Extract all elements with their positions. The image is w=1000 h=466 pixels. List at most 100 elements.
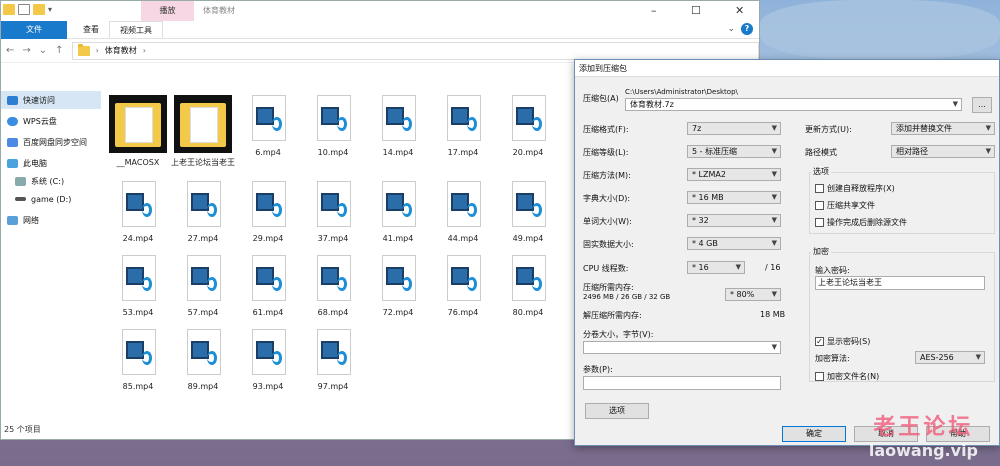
dict-select[interactable]: * 16 MB ▼ bbox=[687, 191, 781, 204]
checkbox-icon bbox=[815, 184, 824, 193]
sidebar-item-baidu-sync[interactable]: 百度网盘同步空间 bbox=[1, 133, 101, 151]
sidebar-item-this-pc[interactable]: 此电脑 bbox=[1, 154, 101, 172]
help-icon[interactable]: ? bbox=[741, 23, 753, 35]
params-input[interactable] bbox=[583, 376, 781, 390]
video-file-item[interactable]: 53.mp4 bbox=[105, 255, 171, 318]
video-file-item[interactable]: 6.mp4 bbox=[235, 95, 301, 158]
video-file-item[interactable]: 20.mp4 bbox=[495, 95, 561, 158]
folder-item[interactable]: __MACOSX bbox=[105, 95, 171, 168]
sfx-label: 创建自释放程序(X) bbox=[827, 184, 895, 193]
address-input[interactable]: › 体育教材 › bbox=[71, 41, 759, 60]
folder-icon bbox=[77, 43, 90, 56]
address-sep: › bbox=[142, 46, 146, 55]
sidebar-item-drive-c[interactable]: 系统 (C:) bbox=[1, 172, 101, 190]
enc-method-value: AES-256 bbox=[920, 353, 954, 362]
video-file-item[interactable]: 41.mp4 bbox=[365, 181, 431, 244]
forward-icon[interactable]: → bbox=[22, 45, 30, 56]
path-value: 相对路径 bbox=[896, 147, 928, 156]
password-input[interactable]: 上老王论坛当老王 bbox=[815, 276, 985, 290]
qat-dropdown-icon[interactable]: ▾ bbox=[48, 5, 52, 14]
tab-video-tools[interactable]: 视频工具 bbox=[109, 21, 163, 38]
ok-button[interactable]: 确定 bbox=[782, 426, 846, 442]
context-tab-play[interactable]: 播放 bbox=[141, 1, 194, 21]
video-file-item[interactable]: 24.mp4 bbox=[105, 181, 171, 244]
word-select[interactable]: * 32 ▼ bbox=[687, 214, 781, 227]
video-file-item[interactable]: 61.mp4 bbox=[235, 255, 301, 318]
video-file-item[interactable]: 10.mp4 bbox=[300, 95, 366, 158]
sidebar-item-wps-cloud[interactable]: WPS云盘 bbox=[1, 112, 101, 130]
options-button[interactable]: 选项 bbox=[585, 403, 649, 419]
recent-icon[interactable]: ⌄ bbox=[39, 45, 47, 56]
enc-method-select[interactable]: AES-256 ▼ bbox=[915, 351, 985, 364]
video-file-icon bbox=[118, 181, 158, 229]
video-file-icon bbox=[443, 255, 483, 303]
shared-checkbox[interactable]: 压缩共享文件 bbox=[815, 200, 875, 211]
video-file-item[interactable]: 17.mp4 bbox=[430, 95, 496, 158]
properties-icon[interactable] bbox=[18, 4, 30, 15]
video-file-item[interactable]: 68.mp4 bbox=[300, 255, 366, 318]
mem-select[interactable]: * 80% ▼ bbox=[725, 288, 781, 301]
sfx-checkbox[interactable]: 创建自释放程序(X) bbox=[815, 183, 895, 194]
chevron-down-icon: ▼ bbox=[771, 343, 777, 351]
tab-file[interactable]: 文件 bbox=[1, 21, 67, 39]
show-password-checkbox[interactable]: ✓ 显示密码(S) bbox=[815, 336, 870, 347]
browse-button[interactable]: ... bbox=[972, 97, 992, 113]
video-file-item[interactable]: 93.mp4 bbox=[235, 329, 301, 392]
video-file-item[interactable]: 37.mp4 bbox=[300, 181, 366, 244]
video-file-icon bbox=[118, 329, 158, 377]
level-select[interactable]: 5 - 标准压缩 ▼ bbox=[687, 145, 781, 158]
video-file-item[interactable]: 49.mp4 bbox=[495, 181, 561, 244]
close-icon[interactable]: ✕ bbox=[735, 4, 744, 17]
format-select[interactable]: 7z ▼ bbox=[687, 122, 781, 135]
video-file-item[interactable]: 76.mp4 bbox=[430, 255, 496, 318]
video-file-item[interactable]: 27.mp4 bbox=[170, 181, 236, 244]
dict-value: * 16 MB bbox=[692, 193, 724, 202]
file-list: __MACOSX 上老王论坛当老王 6.mp4 10.mp4 14.mp4 17.mp4 2… bbox=[105, 89, 561, 419]
back-icon[interactable]: ← bbox=[6, 45, 14, 56]
folder-item[interactable]: 上老王论坛当老王 bbox=[170, 95, 236, 168]
address-path[interactable]: 体育教材 bbox=[105, 45, 137, 56]
file-name: 20.mp4 bbox=[512, 148, 544, 157]
sidebar-item-quick-access[interactable]: 快速访问 bbox=[1, 91, 101, 109]
encrypt-names-checkbox[interactable]: 加密文件名(N) bbox=[815, 371, 879, 382]
video-file-item[interactable]: 29.mp4 bbox=[235, 181, 301, 244]
tab-view[interactable]: 查看 bbox=[73, 21, 109, 38]
sidebar-item-drive-d[interactable]: game (D:) bbox=[1, 190, 101, 208]
update-select[interactable]: 添加并替换文件 ▼ bbox=[891, 122, 995, 135]
archive-name-field[interactable]: 体育教材.7z ▼ bbox=[625, 98, 962, 111]
video-file-item[interactable]: 44.mp4 bbox=[430, 181, 496, 244]
method-select[interactable]: * LZMA2 ▼ bbox=[687, 168, 781, 181]
chevron-down-icon: ▼ bbox=[771, 290, 777, 298]
delete-checkbox[interactable]: 操作完成后删除源文件 bbox=[815, 217, 907, 228]
video-file-icon bbox=[118, 255, 158, 303]
video-file-item[interactable]: 97.mp4 bbox=[300, 329, 366, 392]
folder-icon[interactable] bbox=[3, 4, 15, 15]
video-file-item[interactable]: 72.mp4 bbox=[365, 255, 431, 318]
new-folder-icon[interactable] bbox=[33, 4, 45, 15]
word-label: 单词大小(W): bbox=[583, 217, 632, 226]
split-select[interactable]: ▼ bbox=[583, 341, 781, 354]
checkbox-icon bbox=[815, 201, 824, 210]
video-file-icon bbox=[313, 329, 353, 377]
ribbon-expand-icon[interactable]: ⌄ bbox=[727, 24, 735, 34]
sidebar-item-label: 快速访问 bbox=[23, 95, 55, 105]
encrypt-names-label: 加密文件名(N) bbox=[827, 372, 880, 381]
file-name: 89.mp4 bbox=[187, 382, 219, 391]
file-name: 57.mp4 bbox=[187, 308, 219, 317]
minimize-icon[interactable]: – bbox=[651, 4, 657, 17]
drive-icon bbox=[15, 176, 26, 186]
video-file-item[interactable]: 85.mp4 bbox=[105, 329, 171, 392]
video-file-item[interactable]: 80.mp4 bbox=[495, 255, 561, 318]
solid-select[interactable]: * 4 GB ▼ bbox=[687, 237, 781, 250]
cpu-select[interactable]: * 16 ▼ bbox=[687, 261, 745, 274]
sidebar-item-label: 此电脑 bbox=[23, 158, 47, 168]
maximize-icon[interactable]: ☐ bbox=[691, 4, 701, 17]
video-file-item[interactable]: 57.mp4 bbox=[170, 255, 236, 318]
video-file-item[interactable]: 89.mp4 bbox=[170, 329, 236, 392]
sidebar-item-network[interactable]: 网络 bbox=[1, 211, 101, 229]
up-icon[interactable]: ↑ bbox=[55, 45, 63, 56]
method-value: * LZMA2 bbox=[692, 170, 726, 179]
desktop-wallpaper bbox=[760, 0, 1000, 60]
path-select[interactable]: 相对路径 ▼ bbox=[891, 145, 995, 158]
video-file-item[interactable]: 14.mp4 bbox=[365, 95, 431, 158]
